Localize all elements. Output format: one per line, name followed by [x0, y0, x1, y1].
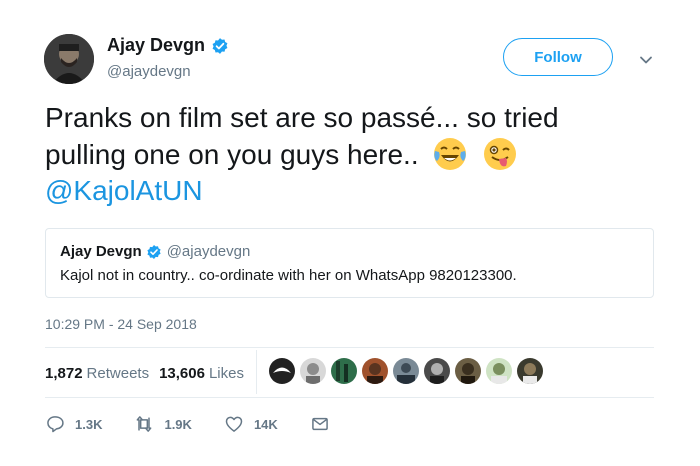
retweets-stat[interactable]: 1,872 Retweets	[45, 365, 159, 382]
tweet-actions: 1.3K 1.9K 14K	[45, 414, 362, 434]
tweet-text-line2: pulling one on you guys here..	[45, 139, 419, 170]
reply-button[interactable]: 1.3K	[45, 414, 102, 434]
like-button[interactable]: 14K	[224, 414, 278, 434]
liker-avatar[interactable]	[300, 358, 326, 384]
face-with-tears-of-joy-icon	[434, 138, 467, 170]
retweet-icon	[137, 416, 152, 432]
liker-avatar[interactable]	[424, 358, 450, 384]
verified-badge-icon	[212, 37, 228, 54]
likes-count: 13,606	[159, 365, 205, 382]
stats-separator	[256, 350, 257, 394]
quoted-author-handle: @ajaydevgn	[166, 243, 251, 260]
tweet-timestamp[interactable]: 10:29 PM - 24 Sep 2018	[45, 316, 197, 332]
quoted-author-name: Ajay Devgn	[60, 243, 142, 260]
likes-stat[interactable]: 13,606 Likes	[159, 365, 254, 382]
liker-avatar[interactable]	[486, 358, 512, 384]
envelope-icon	[311, 417, 328, 431]
quoted-tweet-text: Kajol not in country.. co-ordinate with …	[60, 267, 517, 284]
tweet-text: Pranks on film set are so passé... so tr…	[45, 100, 665, 209]
liker-avatars	[269, 358, 548, 384]
author-handle[interactable]: @ajaydevgn	[107, 63, 191, 80]
author-name[interactable]: Ajay Devgn	[107, 35, 205, 56]
liker-avatar[interactable]	[455, 358, 481, 384]
liker-avatar[interactable]	[393, 358, 419, 384]
direct-message-button[interactable]	[310, 414, 330, 434]
divider	[45, 347, 654, 348]
likes-label: Likes	[208, 365, 244, 382]
liker-avatar[interactable]	[517, 358, 543, 384]
quoted-tweet-header: Ajay Devgn @ajaydevgn	[60, 243, 250, 260]
reply-count: 1.3K	[75, 416, 103, 432]
quoted-tweet[interactable]: Ajay Devgn @ajaydevgn Kajol not in count…	[45, 228, 654, 298]
chevron-down-icon[interactable]	[639, 53, 653, 67]
tweet-text-line1: Pranks on film set are so passé... so tr…	[45, 102, 559, 133]
retweet-count: 1.9K	[164, 416, 192, 432]
heart-icon	[225, 416, 243, 432]
avatar[interactable]	[44, 34, 94, 84]
winking-face-with-tongue-icon	[484, 138, 517, 170]
retweet-button[interactable]: 1.9K	[134, 414, 192, 434]
retweets-label: Retweets	[86, 365, 150, 382]
liker-avatar[interactable]	[269, 358, 295, 384]
verified-badge-icon	[147, 244, 161, 259]
avatar-photo	[44, 34, 94, 84]
liker-avatar[interactable]	[362, 358, 388, 384]
follow-button[interactable]: Follow	[503, 38, 613, 76]
reply-icon	[47, 416, 64, 433]
tweet-stats: 1,872 Retweets 13,606 Likes	[45, 365, 254, 382]
divider	[45, 397, 654, 398]
liker-avatar[interactable]	[331, 358, 357, 384]
like-count: 14K	[253, 416, 278, 432]
mention-link[interactable]: @KajolAtUN	[45, 173, 665, 209]
author-name-row: Ajay Devgn	[107, 35, 229, 56]
retweets-count: 1,872	[45, 365, 83, 382]
